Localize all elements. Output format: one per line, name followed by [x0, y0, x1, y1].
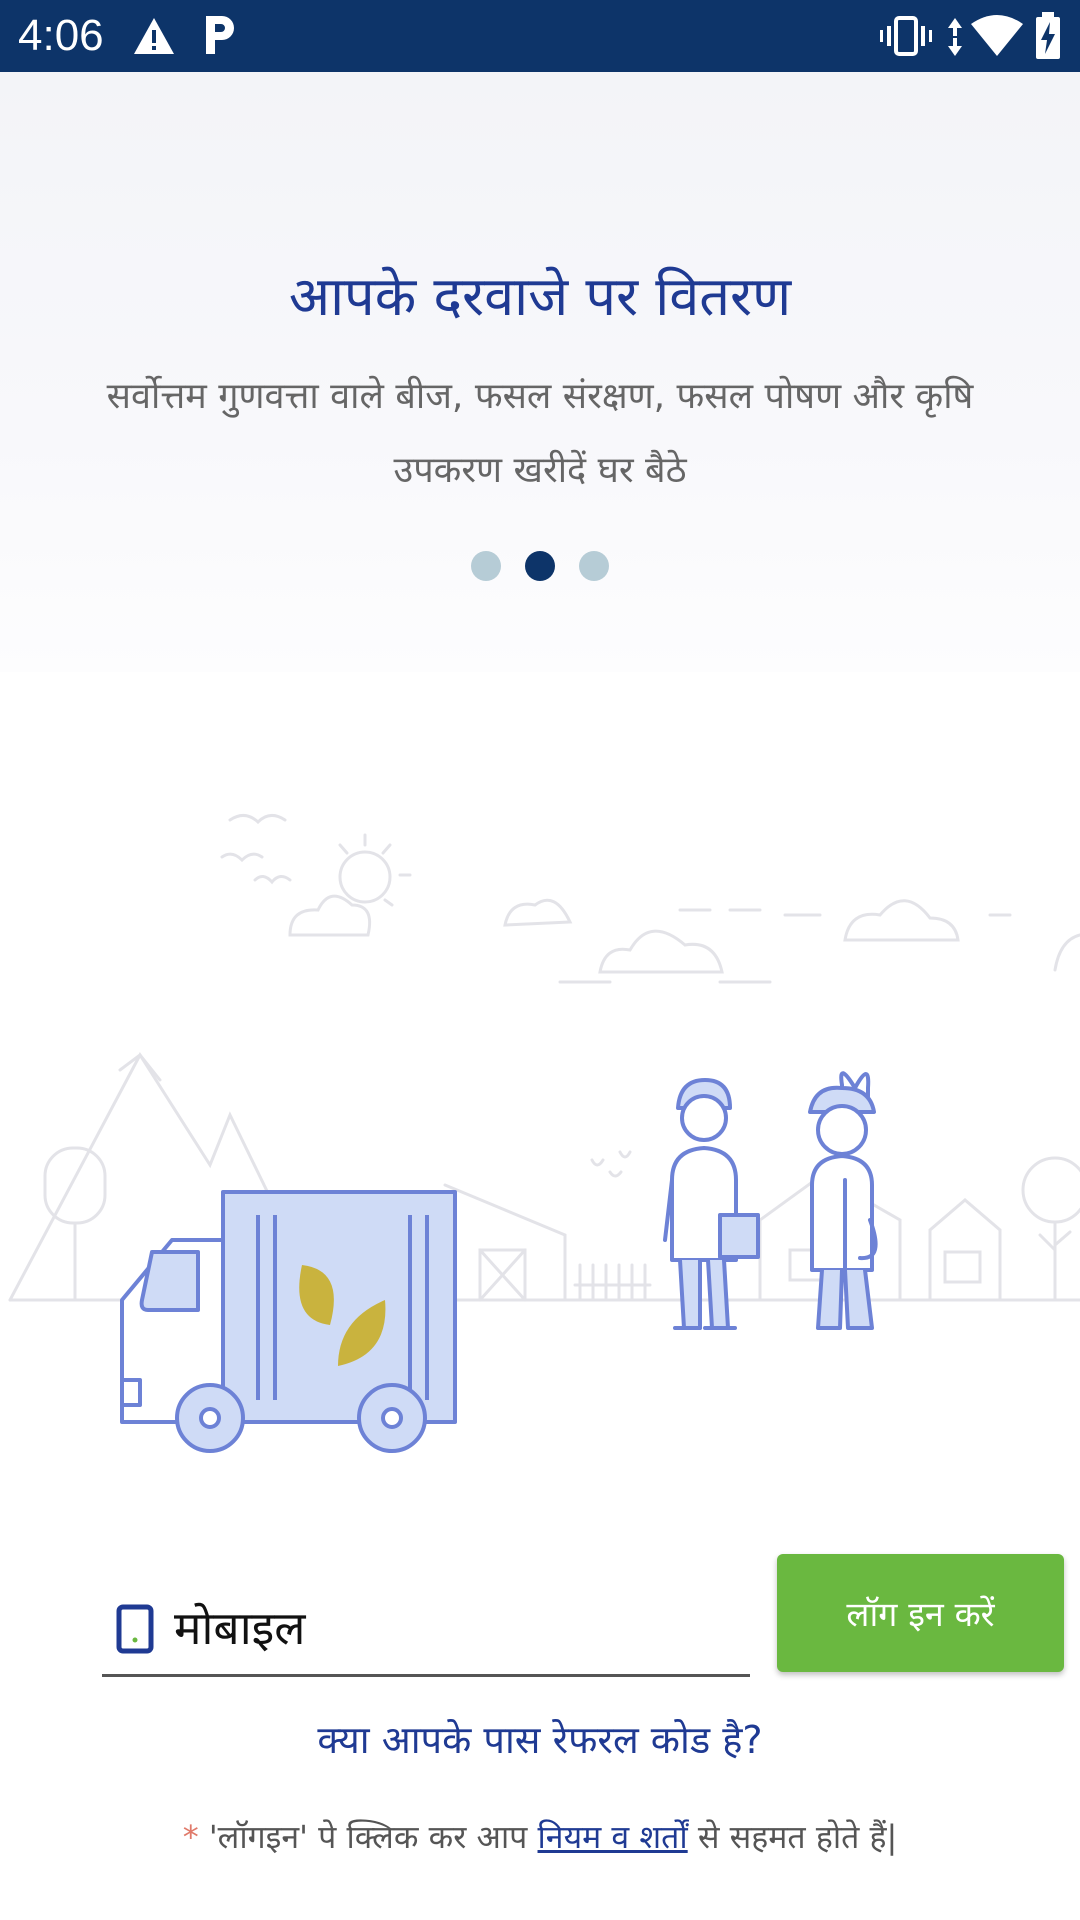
terms-suffix: से सहमत होते हैं| [697, 1818, 898, 1856]
mobile-input[interactable] [172, 1592, 736, 1664]
terms-asterisk: * [182, 1818, 199, 1856]
status-bar: 4:06 [0, 0, 1080, 72]
terms-link[interactable]: नियम व शर्तों [538, 1818, 688, 1856]
parking-app-icon [206, 16, 234, 54]
pager-dot-2[interactable] [525, 551, 555, 581]
terms-prefix: 'लॉगइन' पे क्लिक कर आप [208, 1818, 528, 1856]
onboarding-subtitle: सर्वोत्तम गुणवत्ता वाले बीज, फसल संरक्षण… [106, 376, 974, 491]
pager-dot-1[interactable] [471, 551, 501, 581]
pager-dot-3[interactable] [579, 551, 609, 581]
terms-notice: * 'लॉगइन' पे क्लिक कर आप नियम व शर्तों स… [0, 1812, 1080, 1862]
wifi-icon [971, 15, 1023, 56]
login-button[interactable]: लॉग इन करें [777, 1554, 1064, 1672]
status-time: 4:06 [18, 11, 104, 60]
warning-icon [134, 18, 174, 54]
mobile-phone-icon [116, 1604, 154, 1654]
onboarding-title: आपके दरवाजे पर वितरण [288, 265, 792, 328]
data-arrows-icon [948, 18, 962, 56]
vibrate-icon [880, 16, 932, 56]
referral-code-link[interactable]: क्या आपके पास रेफरल कोड है? [0, 1712, 1080, 1768]
mobile-field[interactable] [102, 1590, 750, 1677]
battery-charging-icon [1036, 12, 1060, 59]
pager-dots [0, 551, 1080, 583]
delivery-illustration [8, 814, 1080, 1453]
